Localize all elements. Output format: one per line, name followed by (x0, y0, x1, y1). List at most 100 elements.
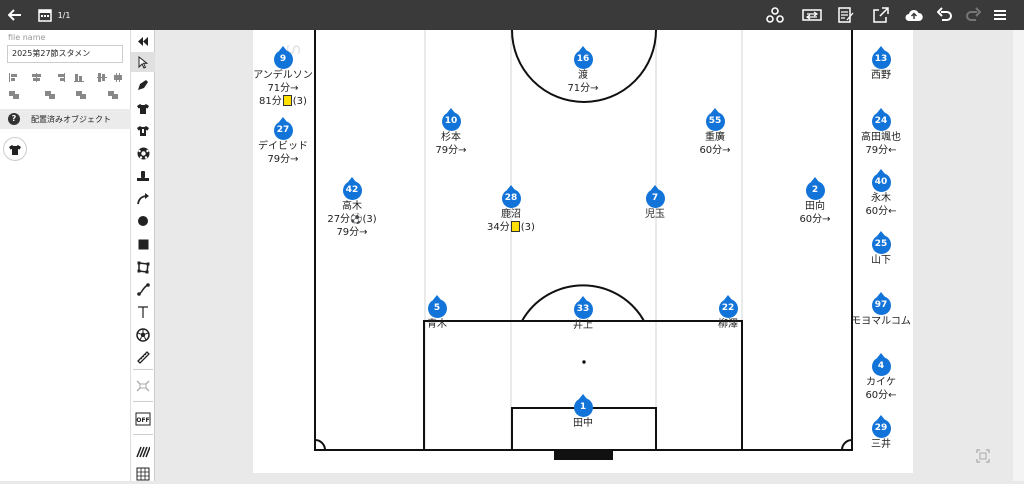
help-icon[interactable]: ? (8, 113, 20, 125)
formation-icon[interactable] (131, 376, 155, 396)
player-number-badge: 10 (441, 108, 461, 131)
player-name: 三井 (871, 439, 891, 450)
player-token[interactable]: 5 青木 (387, 295, 487, 331)
player-name: 渡 (578, 70, 588, 81)
player-event-text: 81分 (259, 96, 282, 107)
player-substitution: 79分→ (233, 153, 333, 166)
player-number-badge: 7 (645, 185, 665, 208)
circle-shape-icon[interactable] (131, 211, 155, 231)
player-number-badge: 22 (718, 295, 738, 318)
player-number-badge: 13 (871, 46, 891, 69)
tool-divider (133, 401, 153, 402)
player-substitution: 60分← (831, 205, 931, 218)
player-substitution: 71分→ (233, 82, 333, 95)
edit-note-icon[interactable] (835, 0, 857, 30)
player-token[interactable]: 29 三井 (831, 415, 931, 451)
player-name: 柳澤 (718, 319, 738, 330)
tool-bar: OFF (131, 30, 155, 481)
square-shape-icon[interactable] (131, 234, 155, 254)
player-number-badge: 42 (342, 177, 362, 200)
share-nodes-icon[interactable] (764, 0, 786, 30)
redo-icon[interactable] (962, 0, 984, 30)
swap-icon[interactable] (800, 0, 824, 30)
player-number-badge: 4 (871, 353, 891, 376)
player-token[interactable]: 7 児玉 (605, 185, 705, 221)
jersey-object-button[interactable] (3, 137, 27, 161)
player-token[interactable]: 10 杉本 79分→ (401, 108, 501, 157)
player-name: 高木 (342, 201, 362, 212)
player-number-badge: 5 (427, 295, 447, 318)
jersey-icon[interactable] (131, 98, 155, 118)
player-token[interactable]: 22 柳澤 (678, 295, 778, 331)
player-sub-text: 71分→ (267, 83, 299, 94)
player-number-badge: 16 (573, 46, 593, 69)
fit-view-icon[interactable] (976, 448, 990, 463)
player-substitution: 79分← (831, 144, 931, 157)
player-number-badge: 28 (501, 185, 521, 208)
placed-objects-header[interactable]: ? 配置済みオブジェクト (0, 109, 131, 129)
menu-icon[interactable] (990, 0, 1010, 30)
offside-toggle-icon[interactable]: OFF (131, 409, 155, 429)
player-token[interactable]: 55 重廣 60分→ (665, 108, 765, 157)
player-token[interactable]: 42 高木 27分⚽(3) 79分→ (302, 177, 402, 239)
player-number-badge: 24 (871, 108, 891, 131)
file-name-input[interactable]: 2025第27節スタメン (7, 45, 123, 63)
player-token[interactable]: 4 カイケ 60分← (831, 353, 931, 402)
player-token[interactable]: 40 永木 60分← (831, 169, 931, 218)
text-tool-icon[interactable] (131, 302, 155, 322)
player-name: 青木 (427, 319, 447, 330)
curved-arrow-icon[interactable] (131, 189, 155, 209)
player-sub-text: 79分→ (435, 145, 467, 156)
back-arrow-icon[interactable] (4, 0, 26, 30)
player-name: 井上 (573, 320, 593, 331)
player-token[interactable]: 1 田中 (533, 394, 633, 430)
player-name: モヨマルコム (851, 316, 911, 327)
player-card-count: (3) (292, 96, 307, 107)
vertical-scrollbar[interactable] (1013, 30, 1024, 481)
player-token[interactable]: 16 渡 71分→ (533, 46, 633, 95)
player-name: 鹿沼 (501, 209, 521, 220)
player-token[interactable]: 97 モヨマルコム (831, 292, 931, 328)
player-event-text: 79分→ (336, 227, 368, 238)
file-name-label: file name (8, 33, 46, 42)
calendar-icon[interactable] (36, 0, 54, 30)
grid-pattern-icon[interactable] (131, 464, 155, 484)
pen-icon[interactable] (131, 75, 155, 95)
player-name: 重廣 (705, 132, 725, 143)
ruler-icon[interactable] (131, 347, 155, 367)
player-token[interactable]: 9 アンデルソン 71分→ 81分 (3) (233, 46, 333, 108)
player-name: 杉本 (441, 132, 461, 143)
player-substitution: 60分→ (665, 144, 765, 157)
player-number-badge: 33 (573, 296, 593, 319)
line-tool-icon[interactable] (131, 279, 155, 299)
polygon-icon[interactable] (131, 257, 155, 277)
player-name: 高田颯也 (861, 132, 901, 143)
select-pointer-icon[interactable] (131, 52, 155, 72)
export-icon[interactable] (870, 0, 892, 30)
player-substitution: 71分→ (533, 82, 633, 95)
player-token[interactable]: 27 デイビッド 79分→ (233, 117, 333, 166)
player-token[interactable]: 13 西野 (831, 46, 931, 82)
player-name: 永木 (871, 193, 891, 204)
hatch-pattern-icon[interactable] (131, 442, 155, 462)
ball-outline-icon[interactable] (131, 325, 155, 345)
ball-icon[interactable] (131, 143, 155, 163)
player-token[interactable]: 33 井上 (533, 296, 633, 332)
jersey-alt-icon[interactable] (131, 120, 155, 140)
cone-marker-icon[interactable] (131, 166, 155, 186)
collapse-panel-icon[interactable] (131, 31, 155, 51)
undo-icon[interactable] (934, 0, 956, 30)
player-token[interactable]: 28 鹿沼 34分 (3) (461, 185, 561, 234)
player-token[interactable]: 24 高田颯也 79分← (831, 108, 931, 157)
cloud-upload-icon[interactable] (903, 0, 925, 30)
align-tools[interactable] (6, 70, 126, 102)
player-sub-text: 60分← (865, 206, 897, 217)
player-number-badge: 29 (871, 415, 891, 438)
player-name: アンデルソン (253, 70, 313, 81)
player-sub-text: 60分→ (699, 145, 731, 156)
player-sub-text: 27分⚽(3) (327, 214, 377, 225)
player-name: 山下 (871, 255, 891, 266)
player-token[interactable]: 25 山下 (831, 231, 931, 267)
yellow-card-icon (510, 221, 520, 232)
player-substitution: 79分→ (401, 144, 501, 157)
